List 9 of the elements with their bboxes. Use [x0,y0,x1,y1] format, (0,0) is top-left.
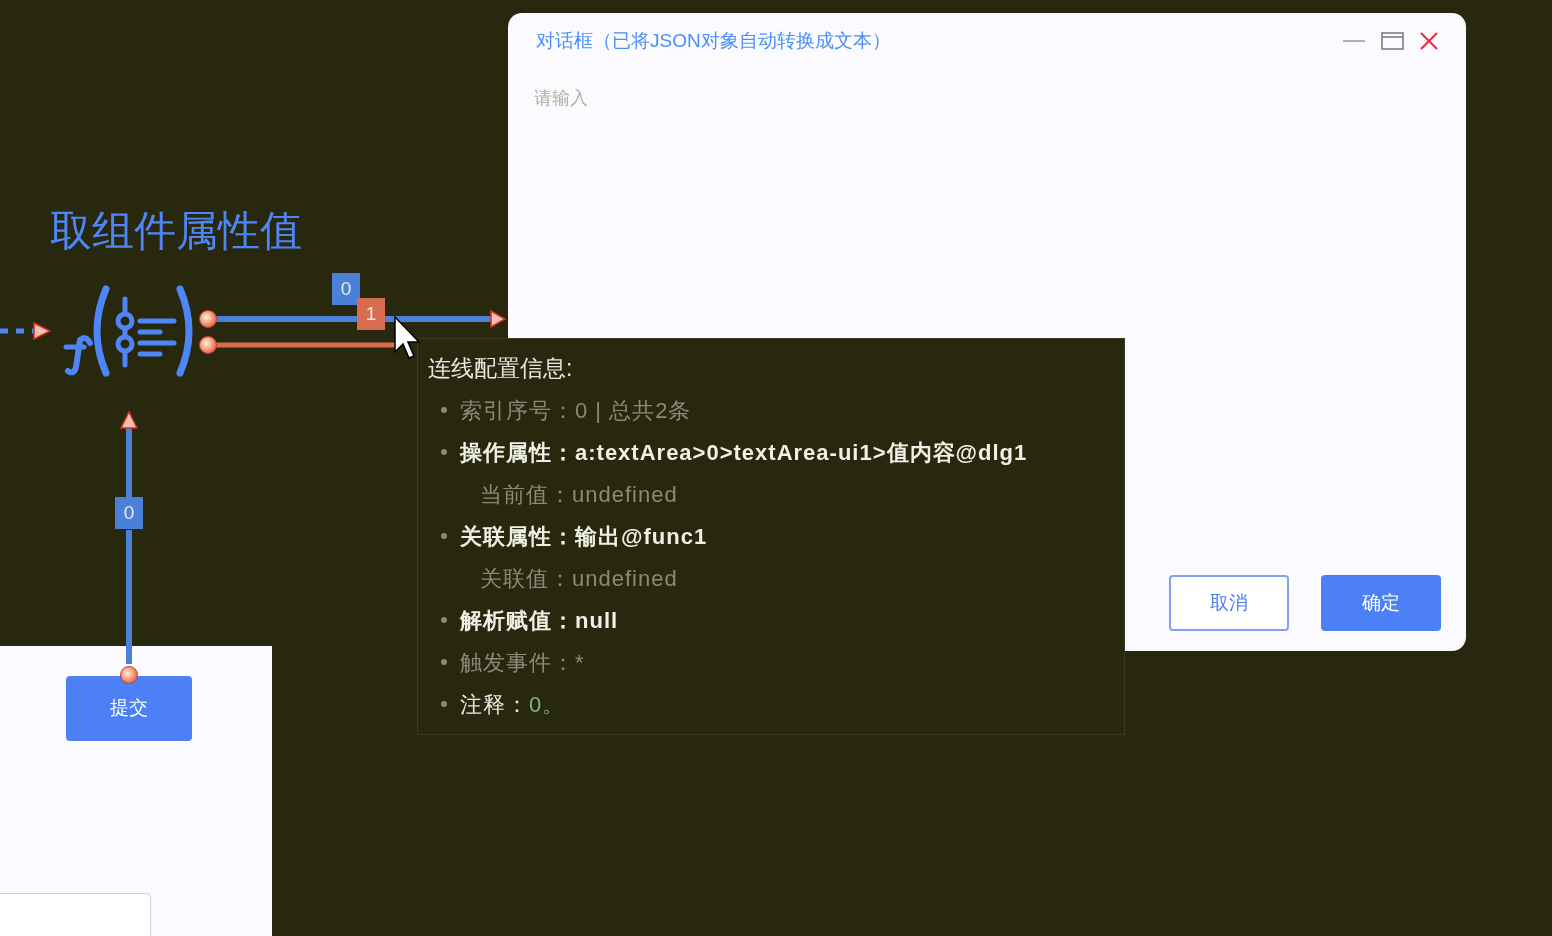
tooltip-line: 关联值：undefined [479,564,678,593]
tooltip-line: 触发事件：* [460,648,585,677]
link-label: 1 [357,298,385,330]
tooltip-line: 解析赋值：null [460,606,619,635]
tooltip-line: 注释：0。 [460,690,566,719]
link-label: 0 [332,273,360,305]
dialog-title: 对话框（已将JSON对象自动转换成文本） [536,28,891,53]
link-label: 0 [115,497,143,529]
node-title: 取组件属性值 [50,206,302,256]
